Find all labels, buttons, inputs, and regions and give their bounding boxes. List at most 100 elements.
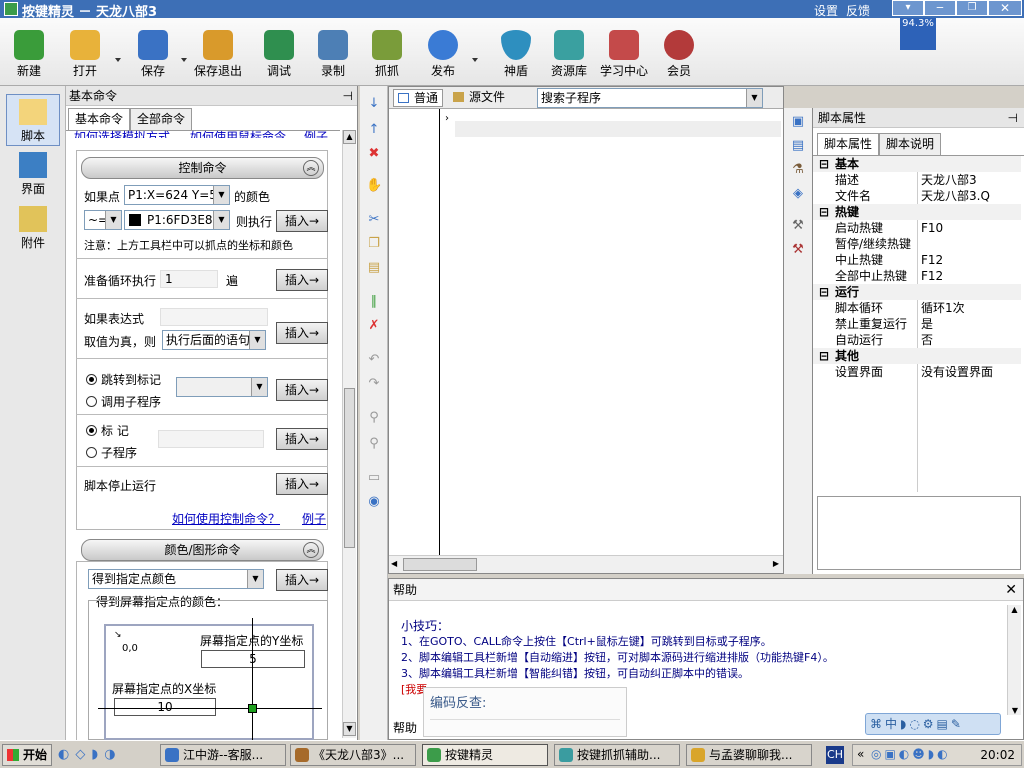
group-other[interactable]: ⊟ 其他 xyxy=(813,348,1021,364)
call-radio[interactable]: 调用子程序 xyxy=(86,393,161,410)
nav-interface[interactable]: 界面 xyxy=(6,148,60,200)
undo-icon[interactable]: ↶ xyxy=(366,352,382,368)
collapse-chevron-icon[interactable]: ︽ xyxy=(303,542,319,558)
publish-button[interactable]: 发布 xyxy=(416,26,470,84)
point-select[interactable]: P1:X=624 Y=579 ▼ xyxy=(124,185,230,205)
save-exit-button[interactable]: 保存退出 xyxy=(190,26,246,84)
property-row[interactable]: 文件名 天龙八部3.Q xyxy=(813,188,1021,204)
color-section-header[interactable]: 颜色/图形命令 ︽ xyxy=(81,539,324,561)
property-row[interactable]: 脚本循环 循环1次 xyxy=(813,300,1021,316)
insert-mark-button[interactable]: 插入→ xyxy=(276,428,328,450)
properties-icon[interactable]: ▣ xyxy=(790,114,806,130)
paste-icon[interactable]: ▤ xyxy=(366,260,382,276)
scroll-left-icon[interactable]: ◀ xyxy=(391,559,397,568)
expression-input[interactable] xyxy=(160,308,268,326)
language-indicator[interactable]: CH xyxy=(826,746,844,764)
ime-toolbar[interactable]: ⌘中◗◌⚙▤✎ xyxy=(865,713,1001,735)
task-button[interactable]: 按键抓抓辅助... xyxy=(554,744,680,766)
comment-icon[interactable]: ∥ xyxy=(366,294,382,310)
tray-expand-icon[interactable]: « xyxy=(857,747,864,761)
scroll-right-icon[interactable]: ▶ xyxy=(773,559,779,568)
link-example-top[interactable]: 例子 xyxy=(304,128,328,138)
tab-script-description[interactable]: 脚本说明 xyxy=(879,133,942,155)
insert-loop-button[interactable]: 插入→ xyxy=(276,269,328,291)
insert-if-color-button[interactable]: 插入→ xyxy=(276,210,328,232)
close-icon[interactable]: ✕ xyxy=(1005,579,1017,601)
subroutine-search-select[interactable]: 搜索子程序 ▼ xyxy=(537,88,763,108)
find-icon[interactable]: ⚲ xyxy=(366,410,382,426)
scroll-thumb[interactable] xyxy=(344,388,355,548)
sub-radio[interactable]: 子程序 xyxy=(86,444,137,461)
property-row[interactable]: 暂停/继续热键 xyxy=(813,236,1021,252)
group-hotkeys[interactable]: ⊟ 热键 xyxy=(813,204,1021,220)
open-dropdown-icon[interactable] xyxy=(115,58,121,62)
tools-icon[interactable]: ⚒ xyxy=(790,218,806,234)
settings-menu[interactable]: 设置 xyxy=(814,2,838,19)
start-button[interactable]: 开始 xyxy=(2,744,52,766)
pin-icon[interactable]: ⊣ xyxy=(343,86,353,106)
help-scrollbar[interactable]: ▲ ▼ xyxy=(1007,605,1021,715)
resource-library-button[interactable]: 资源库 xyxy=(542,26,596,84)
preview-eye-icon[interactable]: ◉ xyxy=(366,494,382,510)
insert-if-expression-button[interactable]: 插入→ xyxy=(276,322,328,344)
uncomment-icon[interactable]: ✗ xyxy=(366,318,382,334)
nav-script[interactable]: 脚本 xyxy=(6,94,60,146)
link-howto-control[interactable]: 如何使用控制命令？ xyxy=(172,510,280,527)
new-button[interactable]: 新建 xyxy=(2,26,56,84)
hand-icon[interactable]: ✋ xyxy=(366,178,382,194)
quick-launch-icons[interactable]: ◐◇◗◑ xyxy=(58,747,122,762)
feedback-menu[interactable]: 反馈 xyxy=(846,2,870,19)
property-row[interactable]: 启动热键 F10 xyxy=(813,220,1021,236)
link-mouse-command[interactable]: 如何使用鼠标命令 xyxy=(190,128,286,138)
restore-button[interactable]: ❐ xyxy=(956,0,988,16)
current-line-highlight[interactable] xyxy=(455,121,781,137)
replace-icon[interactable]: ⚲ xyxy=(366,436,382,452)
editor-hscrollbar[interactable]: ◀ ▶ xyxy=(389,555,783,573)
insert-color-command-button[interactable]: 插入→ xyxy=(276,569,328,591)
link-example-control[interactable]: 例子 xyxy=(302,510,326,527)
open-button[interactable]: 打开 xyxy=(58,26,112,84)
redo-icon[interactable]: ↷ xyxy=(366,376,382,392)
encoding-lookup-popup[interactable]: 编码反查: xyxy=(423,687,627,737)
tools-remove-icon[interactable]: ⚒ xyxy=(790,242,806,258)
scroll-up-icon[interactable]: ▲ xyxy=(343,130,356,144)
study-center-button[interactable]: 学习中心 xyxy=(596,26,652,84)
group-run[interactable]: ⊟ 运行 xyxy=(813,284,1021,300)
tray-icons[interactable]: ◎▣◐☻◗◐ xyxy=(871,747,951,761)
task-button[interactable]: 与孟婆聊聊我... xyxy=(686,744,812,766)
property-row[interactable]: 描述 天龙八部3 xyxy=(813,172,1021,188)
mark-name-input[interactable] xyxy=(158,430,264,448)
x-coord-input[interactable]: 10 xyxy=(114,698,216,716)
task-button[interactable]: 《天龙八部3》... xyxy=(290,744,416,766)
operator-select[interactable]: ~= ▼ xyxy=(84,210,122,230)
save-dropdown-icon[interactable] xyxy=(181,58,187,62)
plugin-icon[interactable]: ⚗ xyxy=(790,162,806,178)
publish-dropdown-icon[interactable] xyxy=(472,58,478,62)
tab-script-properties[interactable]: 脚本属性 xyxy=(817,133,880,156)
task-button[interactable]: 江中游--客服... xyxy=(160,744,286,766)
delete-icon[interactable]: ✖ xyxy=(366,146,382,162)
move-down-icon[interactable]: ↓ xyxy=(366,96,382,112)
member-button[interactable]: 会员 xyxy=(652,26,706,84)
debug-button[interactable]: 调试 xyxy=(252,26,306,84)
close-button[interactable]: ✕ xyxy=(988,0,1022,16)
loop-count-input[interactable]: 1 xyxy=(160,270,218,288)
link-mouse-mode[interactable]: 如何选择模拟方式 xyxy=(74,128,170,138)
property-row[interactable]: 设置界面 没有设置界面 xyxy=(813,364,1021,380)
tab-source-view[interactable]: 源文件 xyxy=(449,89,509,107)
property-row[interactable]: 中止热键 F12 xyxy=(813,252,1021,268)
dropdown-window-button[interactable]: ▾ xyxy=(892,0,924,16)
task-button-active[interactable]: 按键精灵 xyxy=(422,744,548,766)
window-icon[interactable]: ◈ xyxy=(790,186,806,202)
record-button[interactable]: 录制 xyxy=(306,26,360,84)
goto-radio[interactable]: 跳转到标记 xyxy=(86,371,161,388)
save-button[interactable]: 保存 xyxy=(126,26,180,84)
tab-normal-view[interactable]: 普通 xyxy=(393,89,444,107)
copy-icon[interactable]: ❐ xyxy=(366,236,382,252)
property-row[interactable]: 全部中止热键 F12 xyxy=(813,268,1021,284)
pin-icon[interactable]: ⊣ xyxy=(1008,108,1018,128)
document-icon[interactable]: ▤ xyxy=(790,138,806,154)
mark-radio[interactable]: 标 记 xyxy=(86,422,129,439)
group-basic[interactable]: ⊟ 基本 xyxy=(813,156,1021,172)
nav-attachment[interactable]: 附件 xyxy=(6,202,60,254)
